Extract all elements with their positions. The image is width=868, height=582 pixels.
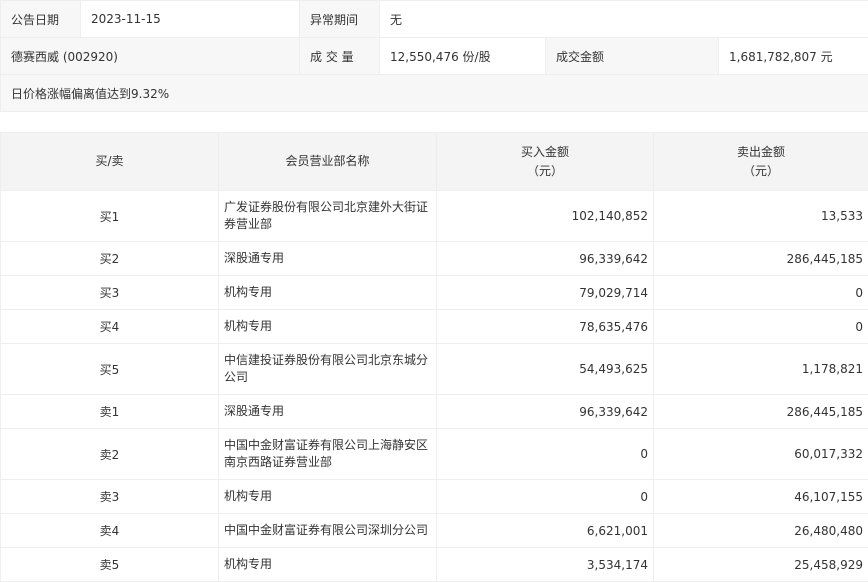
row-side: 卖2 bbox=[1, 429, 219, 480]
row-sell-amount: 25,458,929 bbox=[654, 548, 868, 582]
row-side: 卖5 bbox=[1, 548, 219, 582]
row-buy-amount: 3,534,174 bbox=[437, 548, 654, 582]
row-side: 买3 bbox=[1, 276, 219, 310]
info-row-date: 公告日期 2023-11-15 异常期间 无 bbox=[1, 1, 868, 38]
table-row: 卖5 机构专用 3,534,174 25,458,929 bbox=[1, 548, 868, 582]
info-row-volume: 德赛西威 (002920) 成 交 量 12,550,476 份/股 成交金额 … bbox=[1, 38, 868, 75]
row-sell-amount: 286,445,185 bbox=[654, 242, 868, 276]
row-side: 买4 bbox=[1, 310, 219, 344]
table-row: 卖1 深股通专用 96,339,642 286,445,185 bbox=[1, 395, 868, 429]
volume-value: 12,550,476 份/股 bbox=[380, 38, 546, 75]
volume-label: 成 交 量 bbox=[300, 38, 380, 75]
amount-label: 成交金额 bbox=[546, 38, 719, 75]
header-buy-line1: 买入金额 bbox=[521, 145, 569, 159]
row-side: 卖1 bbox=[1, 395, 219, 429]
trade-table: 买/卖 会员营业部名称 买入金额 （元） 卖出金额 （元） 买1 广发证券股份有… bbox=[0, 132, 868, 582]
row-branch-name: 机构专用 bbox=[219, 276, 437, 310]
table-row: 买2 深股通专用 96,339,642 286,445,185 bbox=[1, 242, 868, 276]
row-buy-amount: 96,339,642 bbox=[437, 395, 654, 429]
row-side: 买2 bbox=[1, 242, 219, 276]
table-row: 买5 中信建投证券股份有限公司北京东城分公司 54,493,625 1,178,… bbox=[1, 344, 868, 395]
row-sell-amount: 46,107,155 bbox=[654, 480, 868, 514]
header-sell-line2: （元） bbox=[743, 164, 779, 178]
row-branch-name: 机构专用 bbox=[219, 548, 437, 582]
table-row: 卖3 机构专用 0 46,107,155 bbox=[1, 480, 868, 514]
row-branch-name: 机构专用 bbox=[219, 480, 437, 514]
row-sell-amount: 0 bbox=[654, 310, 868, 344]
row-branch-name: 广发证券股份有限公司北京建外大街证券营业部 bbox=[219, 191, 437, 242]
row-sell-amount: 26,480,480 bbox=[654, 514, 868, 548]
row-sell-amount: 13,533 bbox=[654, 191, 868, 242]
table-row: 卖4 中国中金财富证券有限公司深圳分公司 6,621,001 26,480,48… bbox=[1, 514, 868, 548]
table-row: 买4 机构专用 78,635,476 0 bbox=[1, 310, 868, 344]
row-buy-amount: 0 bbox=[437, 480, 654, 514]
stock-info-table: 公告日期 2023-11-15 异常期间 无 德赛西威 (002920) 成 交… bbox=[0, 0, 868, 112]
row-branch-name: 机构专用 bbox=[219, 310, 437, 344]
date-value: 2023-11-15 bbox=[81, 1, 300, 38]
row-branch-name: 深股通专用 bbox=[219, 395, 437, 429]
row-sell-amount: 286,445,185 bbox=[654, 395, 868, 429]
row-branch-name: 中国中金财富证券有限公司深圳分公司 bbox=[219, 514, 437, 548]
row-sell-amount: 60,017,332 bbox=[654, 429, 868, 480]
deviation-description: 日价格涨幅偏离值达到9.32% bbox=[1, 75, 868, 112]
header-branch-name: 会员营业部名称 bbox=[219, 133, 437, 191]
header-sell-line1: 卖出金额 bbox=[737, 145, 785, 159]
row-branch-name: 深股通专用 bbox=[219, 242, 437, 276]
header-buy-amount: 买入金额 （元） bbox=[437, 133, 654, 191]
table-row: 买1 广发证券股份有限公司北京建外大街证券营业部 102,140,852 13,… bbox=[1, 191, 868, 242]
section-spacer bbox=[0, 112, 868, 132]
row-side: 卖4 bbox=[1, 514, 219, 548]
period-label: 异常期间 bbox=[300, 1, 380, 38]
table-row: 买3 机构专用 79,029,714 0 bbox=[1, 276, 868, 310]
amount-value: 1,681,782,807 元 bbox=[719, 38, 868, 75]
table-row: 卖2 中国中金财富证券有限公司上海静安区南京西路证券营业部 0 60,017,3… bbox=[1, 429, 868, 480]
period-value: 无 bbox=[380, 1, 868, 38]
header-buy-line2: （元） bbox=[527, 164, 563, 178]
header-side: 买/卖 bbox=[1, 133, 219, 191]
row-buy-amount: 78,635,476 bbox=[437, 310, 654, 344]
row-buy-amount: 96,339,642 bbox=[437, 242, 654, 276]
row-buy-amount: 6,621,001 bbox=[437, 514, 654, 548]
row-side: 买1 bbox=[1, 191, 219, 242]
row-buy-amount: 102,140,852 bbox=[437, 191, 654, 242]
trade-header-row: 买/卖 会员营业部名称 买入金额 （元） 卖出金额 （元） bbox=[1, 133, 868, 191]
row-sell-amount: 1,178,821 bbox=[654, 344, 868, 395]
row-buy-amount: 54,493,625 bbox=[437, 344, 654, 395]
header-sell-amount: 卖出金额 （元） bbox=[654, 133, 868, 191]
row-buy-amount: 0 bbox=[437, 429, 654, 480]
row-sell-amount: 0 bbox=[654, 276, 868, 310]
row-side: 卖3 bbox=[1, 480, 219, 514]
row-branch-name: 中信建投证券股份有限公司北京东城分公司 bbox=[219, 344, 437, 395]
row-branch-name: 中国中金财富证券有限公司上海静安区南京西路证券营业部 bbox=[219, 429, 437, 480]
row-side: 买5 bbox=[1, 344, 219, 395]
row-buy-amount: 79,029,714 bbox=[437, 276, 654, 310]
stock-name: 德赛西威 (002920) bbox=[1, 38, 300, 75]
info-row-description: 日价格涨幅偏离值达到9.32% bbox=[1, 75, 868, 112]
date-label: 公告日期 bbox=[1, 1, 81, 38]
